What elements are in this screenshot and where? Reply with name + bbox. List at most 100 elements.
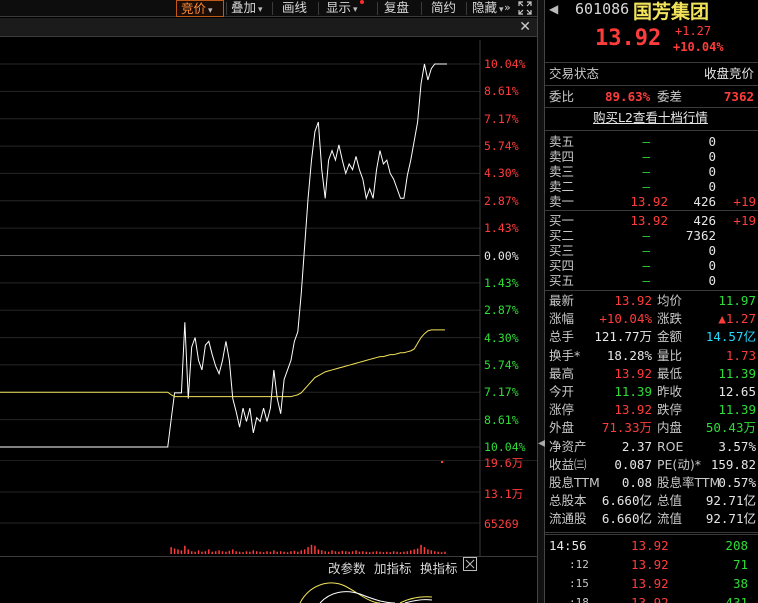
panel-splitter[interactable]: ◀ [537,0,546,603]
average-price-line [0,329,445,398]
display-button[interactable]: 显示 ▾ [322,0,368,17]
stat-value: 18.28% [606,347,652,363]
close-icon[interactable]: ✕ [519,18,531,36]
sell-level-label: 卖五 [549,134,575,149]
sell-volume: 0 [708,134,716,149]
stat-label: 换手* [549,347,581,363]
buy-price: — [642,228,650,243]
display-label: 显示 [326,0,352,15]
stat-label: ROE [657,438,684,454]
sell-row[interactable]: 卖五 — 0 [545,134,758,149]
fullscreen-icon[interactable] [514,0,536,17]
tick-time: :18 [569,596,589,603]
buy-volume: 0 [708,243,716,258]
stock-code: 601086 [575,0,630,18]
buy-row[interactable]: 买三 — 0 [545,243,758,258]
pct-tick-label: 1.43% [484,275,519,290]
weibi-label: 委比 [549,89,575,104]
buy-level-label: 买二 [549,228,575,243]
sell-level-label: 卖一 [549,194,575,209]
chevron-down-icon: ▾ [258,5,263,15]
chevron-down-icon: ▾ [353,5,358,15]
volume-label-mid: 13.1万 [484,487,524,501]
stat-value: 6.660亿 [601,511,652,527]
pct-tick-label: 1.43% [484,221,519,236]
stat-label: 外盘 [549,420,575,436]
volume-label-low: 65269 [484,517,519,531]
price-chart-svg [0,40,481,460]
prev-stock-icon[interactable]: ◀ [549,2,558,16]
buy-price: — [642,258,650,273]
stat-label: 今开 [549,384,575,399]
stat-value: 12.65 [718,384,756,399]
tick-price: 13.92 [631,557,669,572]
sell-row[interactable]: 卖二 — 0 [545,179,758,194]
stats-row: 最高 13.92 最低 11.39 [545,365,758,383]
stat-value: +10.04% [599,311,652,327]
sell-price: — [642,179,650,194]
stats-row: 今开 11.39 昨收 12.65 [545,383,758,401]
stat-label: 总手 [549,329,575,345]
buy-level-label: 买五 [549,273,575,288]
stat-label: 流通股 [549,511,587,527]
overlay-button[interactable]: 叠加 ▾ [227,0,267,17]
buy-row[interactable]: 买五 — 0 [545,273,758,288]
stat-value: 13.92 [614,365,652,381]
buy-row[interactable]: 买四 — 0 [545,258,758,273]
stat-label: 最低 [657,365,683,381]
sell-level-label: 卖二 [549,179,575,194]
stats-row: 净资产 2.37 ROE 3.57% [545,438,758,456]
pct-tick-label: 2.87% [484,303,519,318]
stats-row: 流通股 6.660亿 流值 92.71亿 [545,510,758,528]
last-price: 13.92 [595,26,662,51]
buy-price: — [642,273,650,288]
stat-value: 11.39 [614,384,652,399]
draw-line-button[interactable]: 画线 [278,0,311,17]
stat-label: 量比 [657,347,683,363]
weibi-value: 89.63% [605,89,651,104]
stat-value: 11.39 [718,402,756,418]
buy-level-label: 买一 [549,213,575,228]
stat-value: 6.660亿 [601,493,652,509]
chart-toolbar: 竞价 ▾ 叠加 ▾ 画线 显示 ▾ 复盘 简约 隐藏 ▾ » [0,0,537,17]
collapse-left-arrow-icon[interactable]: ◀ [538,438,546,449]
stat-value: 92.71亿 [705,511,756,527]
sell-row[interactable]: 卖三 — 0 [545,164,758,179]
trade-status-value: 收盘竞价 [703,66,754,81]
stat-label: PE(动)* [657,456,701,472]
indicator-chart[interactable] [0,574,537,603]
close-box-icon[interactable] [463,557,477,574]
bidding-label: 竞价 [181,1,207,16]
trade-status-label: 交易状态 [549,66,600,81]
price-change-pct: +10.04% [673,40,724,54]
replay-button[interactable]: 复盘 [380,0,413,17]
tick-row: 14:56 13.92 208 [545,537,758,555]
stat-value: 50.43万 [705,420,756,436]
price-chart[interactable]: 10.04% 8.61% 7.17% 5.74% 4.30% 2.87% 1.43% 0.00… [0,40,537,460]
tick-volume: 71 [732,557,748,572]
volume-chart[interactable]: 19.6万 13.1万 65269 [0,456,537,556]
pct-tick-label: 2.87% [484,193,519,208]
buy-row[interactable]: 买二 — 7362 [545,228,758,243]
stat-value: 11.39 [718,365,756,381]
pct-tick-label: 10.04% [484,440,526,454]
stat-label: 收益㈢ [549,456,587,472]
l2-link[interactable]: 购买L2查看十档行情 [593,109,708,127]
indicator-chart-svg [299,582,433,603]
volume-chart-svg [0,459,537,556]
stat-label: 最高 [549,365,575,381]
pct-tick-label: 4.30% [484,330,519,345]
sell-row[interactable]: 卖四 — 0 [545,149,758,164]
simple-button[interactable]: 简约 [427,0,460,17]
double-chevron-right-icon[interactable]: » [500,0,515,17]
sell-price: — [642,164,650,179]
stat-label: 总股本 [549,493,587,509]
stat-label: 涨幅 [549,311,575,327]
pct-tick-label: 4.30% [484,166,519,181]
stat-value: 11.97 [718,293,756,308]
buy-row[interactable]: 买一 13.92 426 +19 [545,213,758,228]
bidding-button[interactable]: 竞价 ▾ [176,0,224,17]
chart-area[interactable]: 竞价 ▾ 叠加 ▾ 画线 显示 ▾ 复盘 简约 隐藏 ▾ » ✕ 10.04% … [0,0,537,603]
draw-line-label: 画线 [282,0,308,15]
sell-row[interactable]: 卖一 13.92 426 +19 [545,194,758,209]
